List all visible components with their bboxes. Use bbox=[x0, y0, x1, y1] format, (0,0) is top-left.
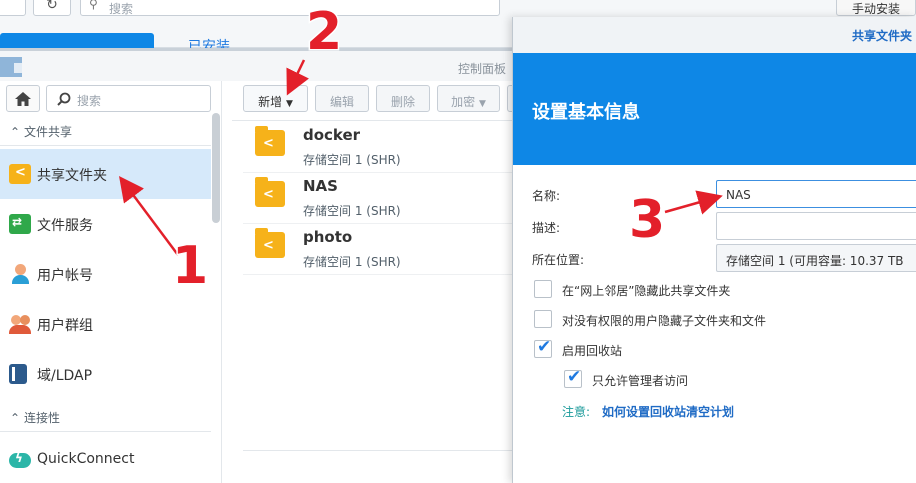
annotation-arrow-2 bbox=[286, 59, 309, 96]
annotation-arrow-1 bbox=[119, 175, 180, 256]
annotation-arrows bbox=[119, 59, 723, 256]
annotation-number-2: 2 bbox=[304, 1, 343, 64]
annotation-arrow-3 bbox=[664, 190, 723, 215]
annotation-number-3: 3 bbox=[627, 189, 666, 252]
screen: ↻ ⚲ 搜索 手动安装 已安装 控制面板 搜索 ⌃ 文件共享 < 共享文件夹 ⇄ … bbox=[0, 0, 916, 483]
annotation-number-1: 1 bbox=[170, 235, 209, 298]
